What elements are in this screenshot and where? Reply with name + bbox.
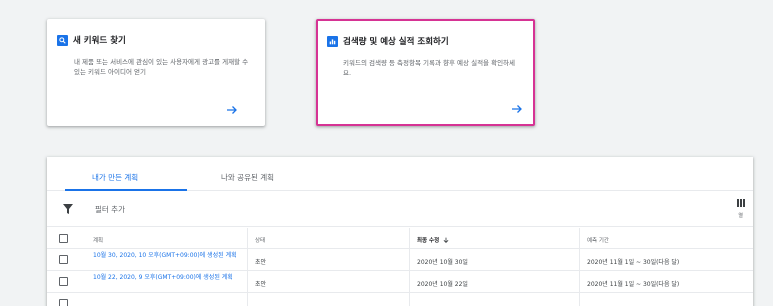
columns-label: 열 xyxy=(738,213,743,219)
plan-status: 초안 xyxy=(255,281,267,288)
discover-keywords-card[interactable]: 새 키워드 찾기 내 제품 또는 서비스에 관심이 있는 사용자에게 광고를 게… xyxy=(47,19,265,126)
column-divider xyxy=(247,228,248,248)
arrow-down-icon xyxy=(443,237,449,243)
header-status[interactable]: 상태 xyxy=(255,236,265,244)
arrow-right-icon[interactable] xyxy=(226,104,238,116)
plan-name-link[interactable]: 10월 30, 2020, 10 오후(GMT+09:00)에 생성된 계획 xyxy=(93,252,243,260)
plan-status: 초안 xyxy=(255,259,267,266)
plan-last-modified: 2020년 10월 30일 xyxy=(417,259,468,266)
select-all-checkbox[interactable] xyxy=(59,234,68,243)
header-last-modified-label: 최종 수정 xyxy=(417,238,440,244)
search-icon xyxy=(57,34,68,46)
header-forecast-period[interactable]: 예측 기간 xyxy=(587,236,609,244)
arrow-right-icon[interactable] xyxy=(511,103,523,115)
plan-last-modified: 2020년 10월 22일 xyxy=(417,281,468,288)
column-divider xyxy=(579,228,580,248)
active-tab-indicator xyxy=(65,189,187,191)
columns-icon[interactable] xyxy=(737,199,745,207)
column-divider xyxy=(247,249,248,270)
card-title: 새 키워드 찾기 xyxy=(73,36,126,46)
column-divider xyxy=(579,249,580,270)
card-header: 검색량 및 예상 실적 조회하기 xyxy=(327,35,449,47)
row-checkbox[interactable] xyxy=(59,255,68,264)
row-checkbox[interactable] xyxy=(59,277,68,286)
filter-bar: 필터 추가 열 xyxy=(47,192,753,227)
card-header: 새 키워드 찾기 xyxy=(57,34,126,46)
table-row xyxy=(47,293,753,306)
plan-forecast-period: 2020년 11월 1일 ~ 30일(다음 달) xyxy=(587,281,680,288)
column-divider xyxy=(247,271,248,292)
table-header: 계획 상태 최종 수정 예측 기간 xyxy=(47,228,753,249)
plan-name-link[interactable]: 10월 22, 2020, 9 오후(GMT+09:00)에 생성된 계획 xyxy=(93,274,243,282)
header-last-modified[interactable]: 최종 수정 xyxy=(417,236,449,244)
plans-panel: 내가 만든 계획 나와 공유된 계획 필터 추가 열 계획 상태 최종 수정 예… xyxy=(47,157,753,306)
column-divider xyxy=(409,293,410,306)
plan-forecast-period: 2020년 11월 1일 ~ 30일(다음 달) xyxy=(587,259,680,266)
column-divider xyxy=(247,293,248,306)
filter-icon[interactable] xyxy=(63,204,73,214)
column-divider xyxy=(579,293,580,306)
table-row: 10월 22, 2020, 9 오후(GMT+09:00)에 생성된 계획 초안… xyxy=(47,271,753,293)
add-filter-button[interactable]: 필터 추가 xyxy=(95,204,125,215)
column-divider xyxy=(579,271,580,292)
plan-tabs: 내가 만든 계획 나와 공유된 계획 xyxy=(47,157,753,191)
table-row: 10월 30, 2020, 10 오후(GMT+09:00)에 생성된 계획 초… xyxy=(47,249,753,271)
column-divider xyxy=(409,271,410,292)
tab-my-plans[interactable]: 내가 만든 계획 xyxy=(92,172,138,183)
card-description: 내 제품 또는 서비스에 관심이 있는 사용자에게 광고를 게재할 수 있는 키… xyxy=(74,58,249,76)
bar-chart-icon xyxy=(327,35,338,47)
column-divider xyxy=(409,249,410,270)
tab-shared-plans[interactable]: 나와 공유된 계획 xyxy=(221,172,274,183)
header-plan[interactable]: 계획 xyxy=(93,236,243,244)
row-checkbox[interactable] xyxy=(59,299,68,306)
card-title: 검색량 및 예상 실적 조회하기 xyxy=(343,37,449,47)
card-description: 키워드의 검색량 등 측정항목 기록과 향후 예상 실적을 확인하세요. xyxy=(343,59,516,77)
search-volume-forecast-card[interactable]: 검색량 및 예상 실적 조회하기 키워드의 검색량 등 측정항목 기록과 향후 … xyxy=(316,19,535,126)
column-divider xyxy=(409,228,410,248)
